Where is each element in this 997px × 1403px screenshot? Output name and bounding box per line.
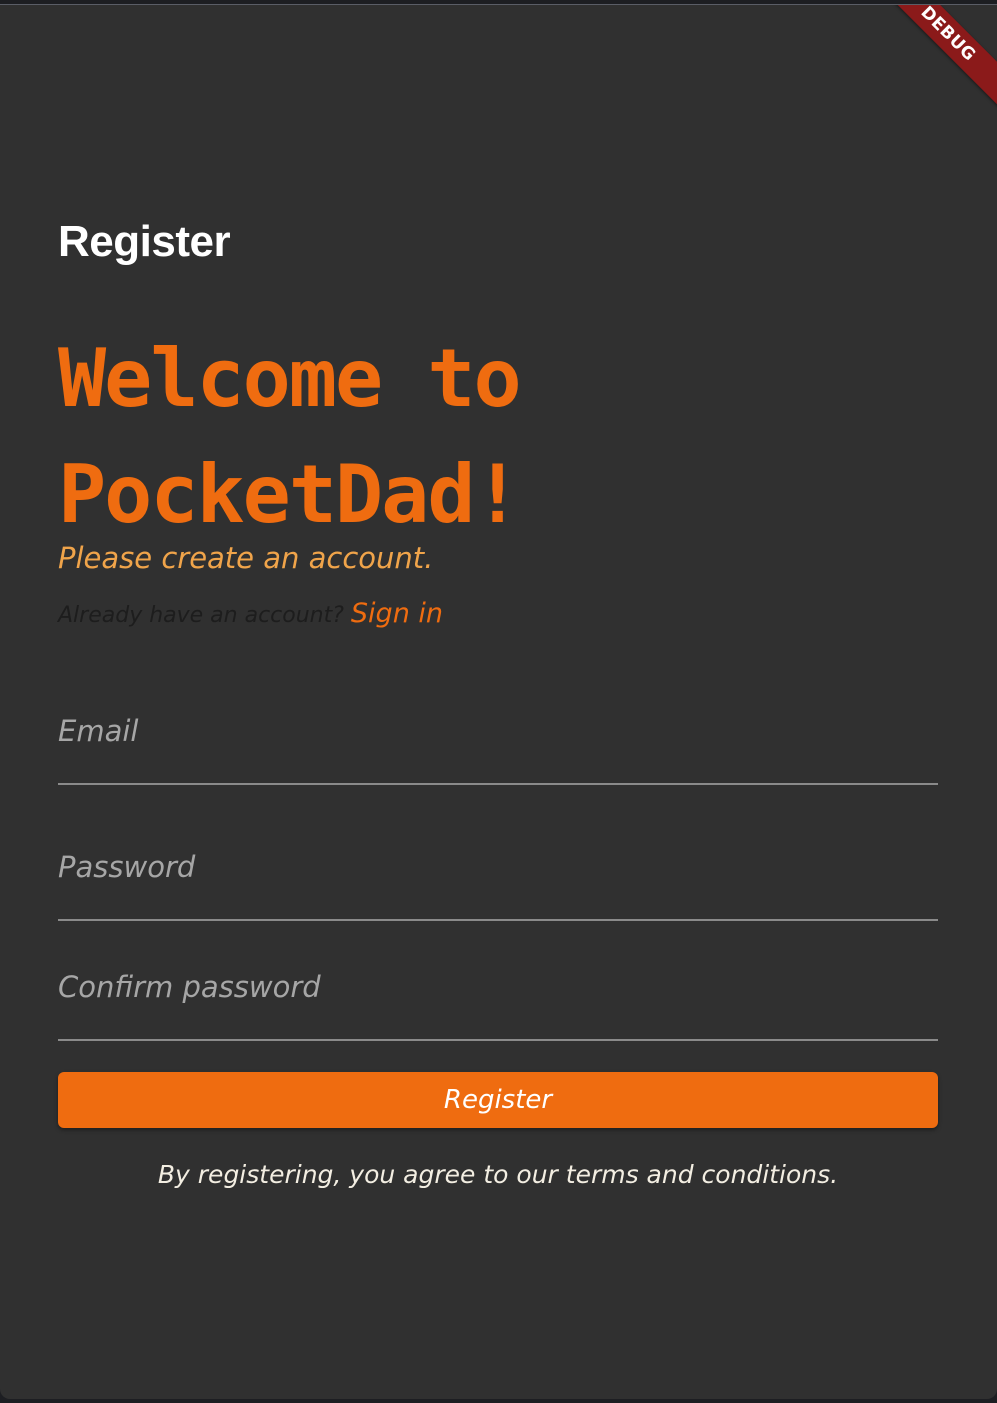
welcome-heading: Welcome to PocketDad! [58, 321, 678, 553]
debug-banner: DEBUG [870, 5, 997, 112]
terms-notice: By registering, you agree to our terms a… [157, 1160, 839, 1189]
signin-row: Already have an account? Sign in [58, 598, 443, 629]
password-field [58, 845, 938, 921]
confirm-password-input[interactable] [58, 965, 938, 1009]
register-button[interactable]: Register [58, 1072, 938, 1128]
password-input[interactable] [58, 845, 938, 889]
page-title: Register [58, 217, 231, 266]
signin-link[interactable]: Sign in [351, 598, 443, 629]
welcome-subtitle: Please create an account. [58, 541, 434, 575]
confirm-password-field [58, 965, 938, 1041]
email-field [58, 709, 938, 785]
welcome-line-1: Welcome to [58, 332, 522, 425]
signin-prompt: Already have an account? [58, 603, 351, 628]
welcome-line-2: PocketDad! [58, 448, 522, 541]
email-input[interactable] [58, 709, 938, 753]
app-window: DEBUG Register Welcome to PocketDad! Ple… [0, 4, 997, 1399]
